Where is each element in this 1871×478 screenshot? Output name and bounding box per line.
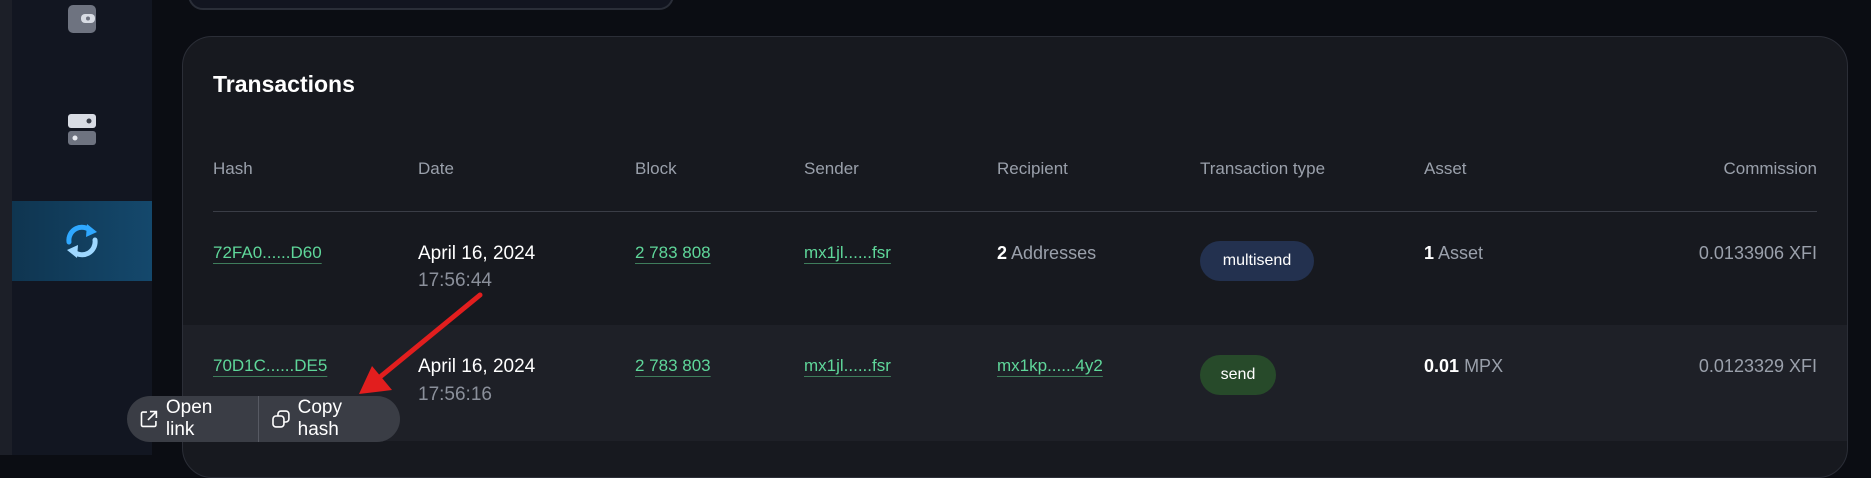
tx-hash-link[interactable]: 72FA0......D60 bbox=[213, 243, 322, 263]
table-row-highlighted bbox=[183, 325, 1847, 441]
tx-time: 17:56:16 bbox=[418, 384, 492, 405]
sidebar-item-nodes[interactable] bbox=[12, 110, 152, 150]
column-header-transaction-type: Transaction type bbox=[1200, 159, 1326, 178]
exchange-icon bbox=[66, 224, 98, 258]
transactions-card: Transactions Hash Date Block Sender Reci… bbox=[182, 36, 1848, 478]
copy-hash-button[interactable]: Copy hash bbox=[259, 396, 400, 442]
transactions-title: Transactions bbox=[213, 71, 355, 97]
column-header-commission: Commission bbox=[1723, 159, 1817, 178]
search-bar-edge bbox=[188, 0, 674, 10]
tx-hash-link[interactable]: 70D1C......DE5 bbox=[213, 356, 327, 376]
copy-icon bbox=[271, 410, 290, 428]
asset-label: Asset bbox=[1438, 243, 1484, 263]
open-link-button[interactable]: Open link bbox=[127, 396, 258, 442]
asset-label: MPX bbox=[1464, 356, 1504, 376]
tx-type-badge: send bbox=[1200, 355, 1276, 395]
column-header-recipient: Recipient bbox=[997, 159, 1068, 178]
tx-time: 17:56:44 bbox=[418, 270, 492, 291]
sidebar-item-transactions[interactable] bbox=[12, 201, 152, 281]
hash-action-popup: Open link Copy hash bbox=[127, 396, 400, 442]
server-icon bbox=[68, 114, 96, 145]
recipient-label: Addresses bbox=[1011, 243, 1097, 263]
tx-asset: 0.01 MPX bbox=[1424, 356, 1503, 377]
tx-block-link[interactable]: 2 783 808 bbox=[635, 243, 711, 263]
tx-recipient-link[interactable]: mx1kp......4y2 bbox=[997, 356, 1103, 376]
asset-amount: 0.01 bbox=[1424, 356, 1460, 376]
tx-sender-link[interactable]: mx1jl......fsr bbox=[804, 356, 891, 376]
column-header-asset: Asset bbox=[1424, 159, 1467, 178]
column-header-hash: Hash bbox=[213, 159, 253, 178]
tx-commission: 0.0123329 XFI bbox=[1698, 356, 1817, 376]
copy-hash-label: Copy hash bbox=[297, 397, 342, 440]
tx-recipient-summary: 2 Addresses bbox=[997, 243, 1096, 264]
tx-commission: 0.0133906 XFI bbox=[1698, 243, 1817, 263]
column-header-date: Date bbox=[418, 159, 454, 178]
recipient-count: 2 bbox=[997, 243, 1008, 263]
external-link-icon bbox=[140, 410, 158, 428]
tx-date: April 16, 2024 bbox=[418, 243, 536, 264]
tx-date: April 16, 2024 bbox=[418, 356, 536, 377]
header-divider bbox=[213, 211, 1817, 212]
wallet-icon bbox=[68, 5, 96, 33]
window-edge bbox=[0, 0, 12, 455]
tx-asset: 1 Asset bbox=[1424, 243, 1483, 264]
column-header-block: Block bbox=[635, 159, 677, 178]
open-link-label: Open link bbox=[165, 397, 213, 440]
tx-type-badge: multisend bbox=[1200, 241, 1314, 281]
sidebar-item-wallet[interactable] bbox=[12, 0, 152, 40]
column-header-sender: Sender bbox=[804, 159, 859, 178]
sidebar bbox=[12, 0, 152, 455]
tx-sender-link[interactable]: mx1jl......fsr bbox=[804, 243, 891, 263]
asset-amount: 1 bbox=[1424, 243, 1435, 263]
tx-block-link[interactable]: 2 783 803 bbox=[635, 356, 711, 376]
